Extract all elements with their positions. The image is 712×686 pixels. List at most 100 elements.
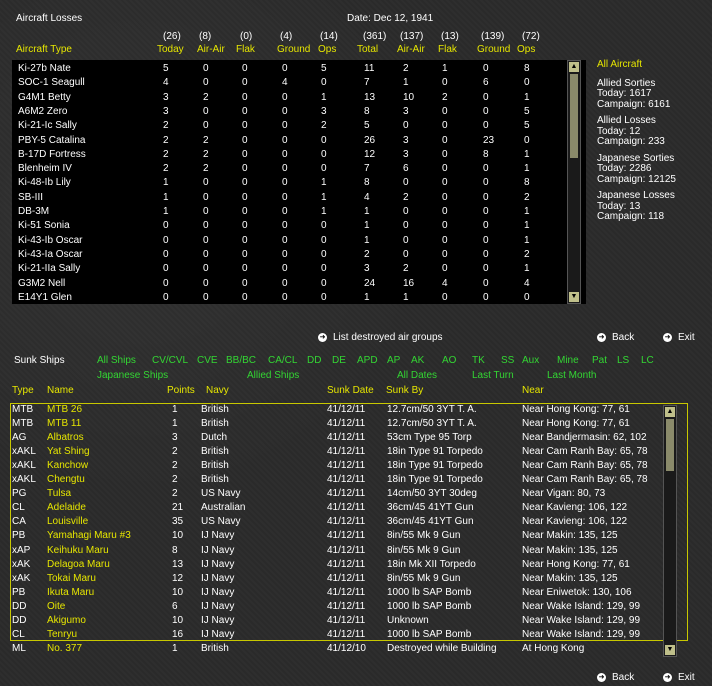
- ship-name[interactable]: Yat Shing: [47, 446, 90, 457]
- loss-value: 0: [483, 291, 489, 303]
- ship-column-header[interactable]: Type: [12, 385, 34, 396]
- scroll-up-icon[interactable]: ▲: [569, 62, 579, 72]
- loss-value: 0: [442, 148, 448, 160]
- ship-column-header[interactable]: Name: [47, 385, 74, 396]
- ship-cell: xAP: [12, 544, 31, 556]
- filter-button[interactable]: DE: [332, 355, 346, 366]
- table-row[interactable]: Ki-51 Sonia 0 0 0 0 0 1 0 0 0 1: [14, 219, 554, 233]
- header-label[interactable]: Flak: [236, 44, 255, 55]
- ship-name[interactable]: MTB 26: [47, 404, 82, 415]
- header-label[interactable]: Ground: [477, 44, 510, 55]
- table-row[interactable]: Ki-43-Ia Oscar 0 0 0 0 0 2 0 0 0 2: [14, 248, 554, 262]
- table-row[interactable]: Ki-21-Ic Sally 2 0 0 0 2 5 0 0 0 5: [14, 119, 554, 133]
- scroll-down-icon[interactable]: ▼: [665, 645, 675, 655]
- header-label[interactable]: Flak: [438, 44, 457, 55]
- filter-button[interactable]: CVE: [197, 355, 218, 366]
- filter-button[interactable]: Japanese Ships: [97, 370, 168, 381]
- table-row[interactable]: E14Y1 Glen 0 0 0 0 0 1 1 0 0 0: [14, 291, 554, 305]
- ship-name[interactable]: Akigumo: [47, 615, 86, 626]
- table-row[interactable]: PBY-5 Catalina 2 2 0 0 0 26 3 0 23 0: [14, 134, 554, 148]
- filter-button[interactable]: SS: [501, 355, 514, 366]
- table-row[interactable]: Blenheim IV 2 2 0 0 0 7 6 0 0 1: [14, 162, 554, 176]
- summary-heading[interactable]: All Aircraft: [597, 59, 697, 71]
- scroll-down-icon[interactable]: ▼: [569, 292, 579, 302]
- ship-cell: IJ Navy: [201, 544, 235, 556]
- table-row[interactable]: A6M2 Zero 3 0 0 0 3 8 3 0 0 5: [14, 105, 554, 119]
- ship-name[interactable]: Chengtu: [47, 474, 85, 485]
- table-row[interactable]: Ki-43-Ib Oscar 0 0 0 0 0 1 0 0 0 1: [14, 234, 554, 248]
- ship-column-header[interactable]: Sunk By: [386, 385, 423, 396]
- ship-column-header[interactable]: Near: [522, 385, 544, 396]
- table-row[interactable]: Ki-27b Nate 5 0 0 0 5 11 2 1 0 8: [14, 62, 554, 76]
- filter-button[interactable]: CA/CL: [268, 355, 297, 366]
- filter-button[interactable]: Allied Ships: [247, 370, 299, 381]
- scroll-thumb[interactable]: [570, 74, 578, 158]
- ship-name[interactable]: No. 377: [47, 643, 82, 654]
- aircraft-type-header[interactable]: Aircraft Type: [16, 44, 72, 55]
- header-label[interactable]: Total: [357, 44, 378, 55]
- ship-column-header[interactable]: Sunk Date: [327, 385, 374, 396]
- header-label[interactable]: Ops: [517, 44, 535, 55]
- table-row[interactable]: DB-3M 1 0 0 0 1 1 0 0 0 1: [14, 205, 554, 219]
- filter-button[interactable]: Last Turn: [472, 370, 514, 381]
- ships-scrollbar[interactable]: ▲ ▼: [663, 405, 677, 657]
- filter-button[interactable]: Mine: [557, 355, 579, 366]
- table-row[interactable]: Ki-21-IIa Sally 0 0 0 0 0 3 2 0 0 1: [14, 262, 554, 276]
- table-row[interactable]: B-17D Fortress 2 2 0 0 0 12 3 0 8 1: [14, 148, 554, 162]
- header-label[interactable]: Air-Air: [197, 44, 225, 55]
- ship-name[interactable]: Ikuta Maru: [47, 587, 94, 598]
- ship-name[interactable]: Keihuku Maru: [47, 545, 109, 556]
- ship-name[interactable]: Tokai Maru: [47, 573, 96, 584]
- ship-name[interactable]: Kanchow: [47, 460, 88, 471]
- table-row[interactable]: SB-III 1 0 0 0 1 4 2 0 0 2: [14, 191, 554, 205]
- table-row[interactable]: SOC-1 Seagull 4 0 0 4 0 7 1 0 6 0: [14, 76, 554, 90]
- loss-value: 6: [483, 77, 489, 89]
- filter-button[interactable]: AP: [387, 355, 400, 366]
- ship-name[interactable]: Oite: [47, 601, 65, 612]
- filter-button[interactable]: DD: [307, 355, 321, 366]
- ship-name[interactable]: Yamahagi Maru #3: [47, 530, 131, 541]
- filter-button[interactable]: LS: [617, 355, 629, 366]
- header-label[interactable]: Air-Air: [397, 44, 425, 55]
- filter-button[interactable]: AK: [411, 355, 424, 366]
- filter-button[interactable]: All Ships: [97, 355, 136, 366]
- filter-button[interactable]: CV/CVL: [152, 355, 188, 366]
- filter-button[interactable]: TK: [472, 355, 485, 366]
- back-button-bottom[interactable]: ➜ Back: [597, 672, 634, 683]
- filter-button[interactable]: Last Month: [547, 370, 596, 381]
- ship-column-header[interactable]: Navy: [206, 385, 229, 396]
- filter-button[interactable]: AO: [442, 355, 456, 366]
- ship-name[interactable]: Tulsa: [47, 488, 71, 499]
- ship-name[interactable]: Louisville: [47, 516, 88, 527]
- exit-button-bottom[interactable]: ➜ Exit: [663, 672, 695, 683]
- loss-value: 4: [442, 277, 448, 289]
- back-button-top[interactable]: ➜ Back: [597, 332, 634, 343]
- scroll-thumb[interactable]: [666, 419, 674, 471]
- header-label[interactable]: Ops: [318, 44, 336, 55]
- ship-name[interactable]: Delagoa Maru: [47, 559, 110, 570]
- filter-button[interactable]: LC: [641, 355, 654, 366]
- ship-name[interactable]: Tenryu: [47, 629, 77, 640]
- ship-column-header[interactable]: Points: [167, 385, 195, 396]
- table-row[interactable]: G3M2 Nell 0 0 0 0 0 24 16 4 0 4: [14, 277, 554, 291]
- ship-name[interactable]: Adelaide: [47, 502, 86, 513]
- ship-name[interactable]: MTB 11: [47, 418, 81, 429]
- filter-button[interactable]: Aux: [522, 355, 539, 366]
- loss-value: 0: [242, 105, 248, 117]
- ship-name[interactable]: Albatros: [47, 432, 84, 443]
- exit-button-top[interactable]: ➜ Exit: [663, 332, 695, 343]
- aircraft-scrollbar[interactable]: ▲ ▼: [567, 60, 581, 304]
- table-row[interactable]: Ki-48-Ib Lily 1 0 0 0 1 8 0 0 0 8: [14, 176, 554, 190]
- table-row[interactable]: G4M1 Betty 3 2 0 0 1 13 10 2 0 1: [14, 91, 554, 105]
- filter-button[interactable]: All Dates: [397, 370, 437, 381]
- filter-button[interactable]: BB/BC: [226, 355, 256, 366]
- scroll-up-icon[interactable]: ▲: [665, 407, 675, 417]
- list-destroyed-button[interactable]: ➜ List destroyed air groups: [318, 332, 443, 343]
- loss-value: 0: [203, 220, 209, 232]
- filter-button[interactable]: Pat: [592, 355, 607, 366]
- header-label[interactable]: Ground: [277, 44, 310, 55]
- header-label[interactable]: Today: [157, 44, 184, 55]
- ship-cell: At Hong Kong: [522, 642, 585, 654]
- loss-value: 0: [282, 291, 288, 303]
- filter-button[interactable]: APD: [357, 355, 378, 366]
